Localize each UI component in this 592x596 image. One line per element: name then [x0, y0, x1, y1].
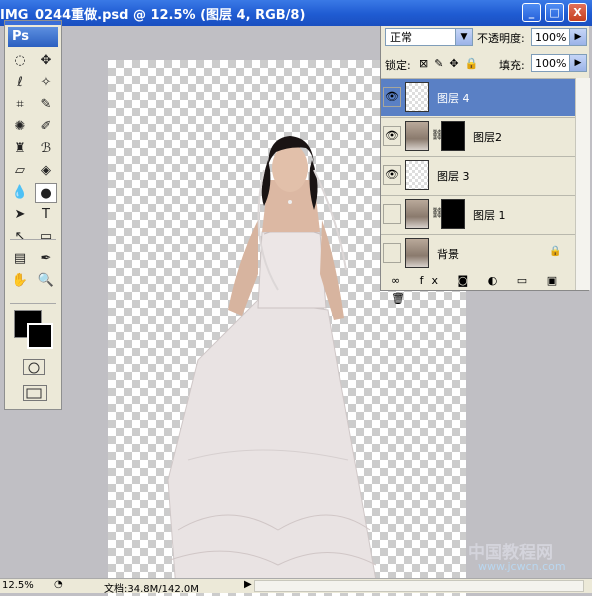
- status-info-icon[interactable]: ◔: [54, 579, 63, 590]
- shape-tool[interactable]: ▭: [35, 227, 57, 247]
- horizontal-scrollbar[interactable]: [254, 580, 584, 592]
- history-brush-tool[interactable]: ℬ: [35, 139, 57, 159]
- healing-tool[interactable]: ✺: [9, 117, 31, 137]
- close-button[interactable]: X: [568, 3, 587, 22]
- lock-label: 锁定:: [385, 59, 411, 72]
- ps-logo: Ps: [8, 27, 58, 47]
- zoom-tool[interactable]: 🔍: [35, 271, 57, 291]
- move-tool[interactable]: ✥: [35, 51, 57, 71]
- quick-mask-icon: [28, 362, 40, 374]
- layer-mask-thumbnail[interactable]: [441, 121, 465, 151]
- opacity-label: 不透明度:: [477, 32, 525, 45]
- brush-tool[interactable]: ✐: [35, 117, 57, 137]
- eye-icon[interactable]: 👁: [383, 165, 401, 185]
- divider: [10, 303, 56, 304]
- layer-thumbnail: [405, 121, 429, 151]
- zoom-level[interactable]: 12.5%: [2, 580, 34, 591]
- opacity-value: 100%: [535, 31, 567, 44]
- stamp-tool[interactable]: ♜: [9, 139, 31, 159]
- layers-options-row: 正常 ▼ 不透明度: 100% ▶: [381, 26, 589, 50]
- lasso-tool[interactable]: ℓ: [9, 73, 31, 93]
- fill-value: 100%: [535, 57, 567, 70]
- hand-tool[interactable]: ✋: [9, 271, 31, 291]
- layers-bottom-toolbar[interactable]: ∞ fx ◙ ◐ ▭ ▣ 🗑: [381, 272, 585, 305]
- layer-mask-thumbnail[interactable]: [441, 199, 465, 229]
- layer-thumbnail: [405, 199, 429, 229]
- layer-name: 图层 4: [437, 92, 470, 105]
- eye-icon[interactable]: [383, 243, 401, 263]
- divider: [10, 239, 56, 240]
- layer-row[interactable]: 👁 ⛓ 图层2: [381, 117, 575, 155]
- crop-tool[interactable]: ⌗: [9, 95, 31, 115]
- type-tool[interactable]: T: [35, 205, 57, 225]
- layer-row[interactable]: 背景 🔒: [381, 234, 575, 272]
- marquee-tool[interactable]: ◌: [9, 51, 31, 71]
- eraser-tool[interactable]: ▱: [9, 161, 31, 181]
- title-bar[interactable]: IMG_0244重做.psd @ 12.5% (图层 4, RGB/8) _ □…: [0, 0, 592, 26]
- layer-name: 背景: [437, 248, 459, 261]
- fill-field[interactable]: 100% ▶: [531, 54, 587, 72]
- chevron-right-icon[interactable]: ▶: [244, 579, 252, 590]
- slice-tool[interactable]: ✎: [35, 95, 57, 115]
- status-bar: 12.5% ◔ 文档:34.8M/142.0M ▶: [0, 578, 592, 595]
- minimize-button[interactable]: _: [522, 3, 541, 22]
- screen-mode-icon: [26, 388, 42, 399]
- lock-icon: 🔒: [549, 246, 562, 257]
- paint-bucket-tool[interactable]: ◈: [35, 161, 57, 181]
- lock-options-icons[interactable]: ⊠✎✥🔒: [419, 57, 484, 70]
- watermark-url: www.jcwcn.com: [478, 560, 566, 573]
- layers-panel: 正常 ▼ 不透明度: 100% ▶ 锁定: ⊠✎✥🔒 填充: 100% ▶ 👁 图…: [380, 26, 590, 305]
- layer-thumbnail: [405, 82, 429, 112]
- layer-name: 图层 3: [437, 170, 470, 183]
- fill-label: 填充:: [499, 59, 525, 72]
- eyedropper-tool[interactable]: ✒: [35, 249, 57, 269]
- layer-row[interactable]: 👁 图层 3: [381, 156, 575, 194]
- magic-wand-tool[interactable]: ✧: [35, 73, 57, 93]
- layer-name: 图层2: [473, 131, 502, 144]
- background-color-swatch[interactable]: [27, 323, 53, 349]
- layer-row[interactable]: ⛓ 图层 1: [381, 195, 575, 233]
- document-info[interactable]: 文档:34.8M/142.0M: [104, 580, 199, 595]
- layers-scrollbar[interactable]: [575, 78, 590, 290]
- blend-mode-value: 正常: [390, 31, 412, 44]
- eye-icon[interactable]: 👁: [383, 87, 401, 107]
- blur-tool[interactable]: 💧: [9, 183, 31, 203]
- eye-icon[interactable]: 👁: [383, 126, 401, 146]
- path-select-tool[interactable]: ➤: [9, 205, 31, 225]
- tool-grid: ◌ ✥ ℓ ✧ ⌗ ✎ ✺ ✐ ♜ ℬ ▱ ◈ 💧 ● ➤ T ↖ ▭ ▤ ✒ ✋ 🔍: [5, 47, 61, 291]
- opacity-field[interactable]: 100% ▶: [531, 28, 587, 46]
- layer-name: 图层 1: [473, 209, 506, 222]
- blend-mode-select[interactable]: 正常 ▼: [385, 28, 473, 46]
- layer-thumbnail: [405, 160, 429, 190]
- dodge-tool[interactable]: ●: [35, 183, 57, 203]
- layer-row[interactable]: 👁 图层 4: [381, 78, 575, 116]
- chevron-right-icon[interactable]: ▶: [569, 55, 586, 71]
- eye-icon[interactable]: [383, 204, 401, 224]
- toolbox-grip[interactable]: [5, 21, 61, 25]
- direct-select-tool[interactable]: ↖: [9, 227, 31, 247]
- screen-mode-button[interactable]: [23, 385, 47, 401]
- toolbox-panel: Ps ◌ ✥ ℓ ✧ ⌗ ✎ ✺ ✐ ♜ ℬ ▱ ◈ 💧 ● ➤ T ↖ ▭ ▤ ✒ ✋ 🔍: [4, 20, 62, 410]
- chevron-down-icon[interactable]: ▼: [455, 29, 472, 45]
- maximize-button[interactable]: □: [545, 3, 564, 22]
- quick-mask-button[interactable]: [23, 359, 45, 375]
- chevron-right-icon[interactable]: ▶: [569, 29, 586, 45]
- notes-tool[interactable]: ▤: [9, 249, 31, 269]
- layer-thumbnail: [405, 238, 429, 268]
